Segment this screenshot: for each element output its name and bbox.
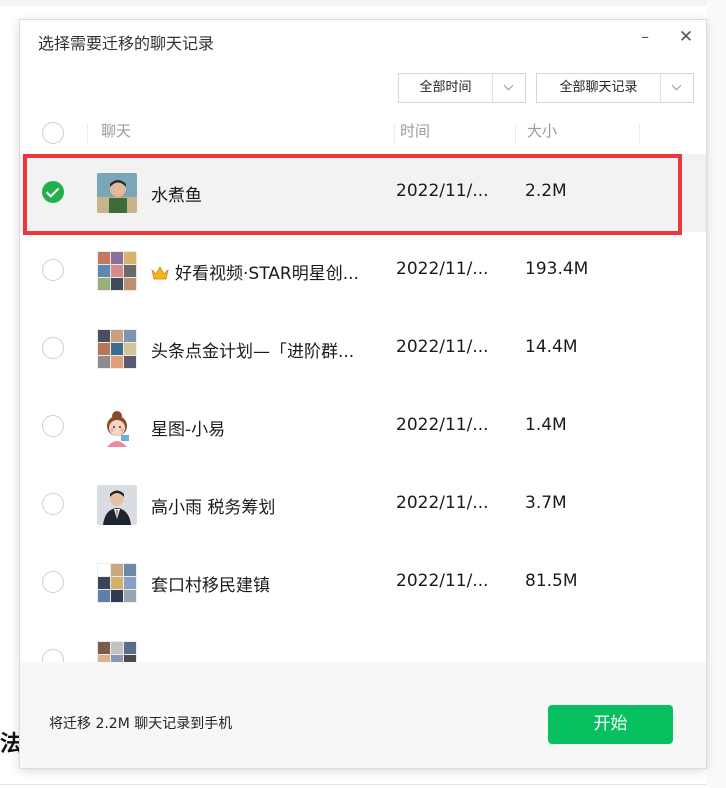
dialog-title: 选择需要迁移的聊天记录: [38, 34, 215, 53]
chat-size: 2.2M: [525, 181, 567, 201]
start-button[interactable]: 开始: [548, 705, 673, 744]
chat-row[interactable]: 好看视频·STAR明星创... 2022/11/... 193.4M: [20, 232, 706, 310]
column-header-time: 时间: [400, 122, 431, 140]
background-divider: [0, 784, 726, 785]
background-edge: [706, 0, 726, 788]
background-toolbar: [0, 0, 726, 6]
chat-size: 14.4M: [525, 337, 578, 357]
chat-time: 2022/11/...: [396, 415, 489, 435]
chat-name: 星图-小易: [151, 420, 226, 440]
column-divider: [515, 124, 516, 144]
chat-row[interactable]: [20, 622, 706, 662]
close-icon[interactable]: ✕: [673, 24, 699, 50]
avatar: [97, 485, 137, 525]
chat-row[interactable]: 水煮鱼 2022/11/... 2.2M: [20, 154, 706, 232]
chevron-down-icon: [492, 74, 525, 102]
chat-row[interactable]: 星图-小易 2022/11/... 1.4M: [20, 388, 706, 466]
avatar: [97, 407, 137, 447]
time-filter-dropdown[interactable]: 全部时间: [398, 73, 526, 103]
chat-size: 3.7M: [525, 493, 567, 513]
time-filter-label: 全部时间: [419, 80, 472, 95]
chat-name: 高小雨 税务筹划: [151, 498, 276, 518]
row-checkbox[interactable]: [42, 181, 64, 203]
group-avatar: [97, 329, 137, 369]
chat-time: 2022/11/...: [396, 259, 489, 279]
chat-name: 水煮鱼: [151, 186, 202, 206]
column-divider: [394, 124, 395, 144]
group-avatar: [97, 251, 137, 291]
chat-time: 2022/11/...: [396, 571, 489, 591]
row-checkbox[interactable]: [42, 337, 64, 359]
row-checkbox[interactable]: [42, 493, 64, 515]
group-avatar: [97, 563, 137, 603]
migrate-chat-dialog: 选择需要迁移的聊天记录 – ✕ 全部时间 全部聊天记录 聊天 时间 大小 水煮鱼…: [20, 20, 706, 768]
chat-filter-dropdown[interactable]: 全部聊天记录: [536, 73, 694, 103]
chat-size: 1.4M: [525, 415, 567, 435]
chat-size: 193.4M: [525, 259, 589, 279]
chat-name-wrap: 好看视频·STAR明星创...: [151, 259, 359, 284]
row-checkbox[interactable]: [42, 571, 64, 593]
row-checkbox[interactable]: [42, 649, 64, 662]
chat-filter-label: 全部聊天记录: [559, 80, 638, 95]
dialog-footer: 将迁移 2.2M 聊天记录到手机 开始: [20, 662, 706, 768]
list-header: 聊天 时间 大小: [20, 116, 706, 150]
chat-name: 好看视频·STAR明星创...: [175, 264, 359, 284]
chevron-down-icon: [660, 74, 693, 102]
column-header-size: 大小: [527, 122, 558, 140]
crown-icon: [151, 266, 169, 280]
chat-list[interactable]: 聊天 时间 大小 水煮鱼 2022/11/... 2.2M 好看视频·STAR明…: [20, 116, 706, 662]
column-divider: [639, 124, 640, 144]
chat-time: 2022/11/...: [396, 181, 489, 201]
chat-row[interactable]: 头条点金计划—「进阶群... 2022/11/... 14.4M: [20, 310, 706, 388]
chat-name: 头条点金计划—「进阶群...: [151, 342, 355, 362]
row-checkbox[interactable]: [42, 259, 64, 281]
column-divider: [87, 124, 88, 144]
row-checkbox[interactable]: [42, 415, 64, 437]
chat-time: 2022/11/...: [396, 493, 489, 513]
chat-row[interactable]: 高小雨 税务筹划 2022/11/... 3.7M: [20, 466, 706, 544]
column-header-chat: 聊天: [101, 122, 132, 140]
select-all-checkbox[interactable]: [42, 122, 64, 144]
chat-name: 套口村移民建镇: [151, 576, 270, 596]
background-text: 法: [0, 732, 23, 757]
chat-time: 2022/11/...: [396, 337, 489, 357]
minimize-icon[interactable]: –: [632, 24, 658, 50]
group-avatar: [97, 641, 137, 662]
migration-summary: 将迁移 2.2M 聊天记录到手机: [49, 716, 233, 732]
avatar: [97, 173, 137, 213]
chat-size: 81.5M: [525, 571, 578, 591]
chat-row[interactable]: 套口村移民建镇 2022/11/... 81.5M: [20, 544, 706, 622]
